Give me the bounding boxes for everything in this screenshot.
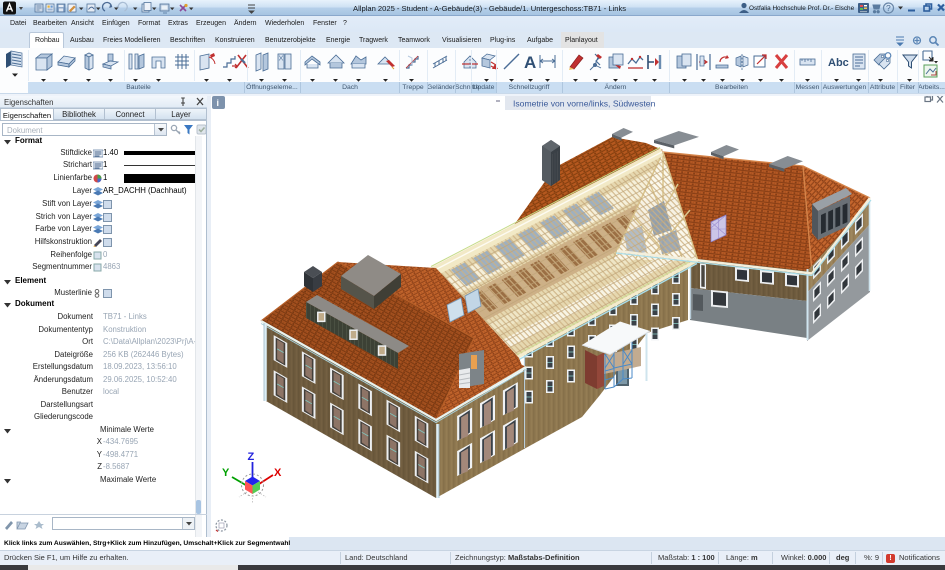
svg-text:Y: Y	[222, 467, 230, 479]
svg-text:i: i	[217, 98, 220, 108]
svg-text:?: ?	[886, 3, 891, 13]
svg-text:X: X	[274, 467, 282, 479]
svg-text:Abc: Abc	[828, 57, 849, 69]
svg-text:A: A	[524, 53, 536, 72]
svg-text:Z: Z	[248, 451, 255, 463]
svg-text:Isometrie von vorne/links, Süd: Isometrie von vorne/links, Südwesten	[513, 99, 656, 109]
